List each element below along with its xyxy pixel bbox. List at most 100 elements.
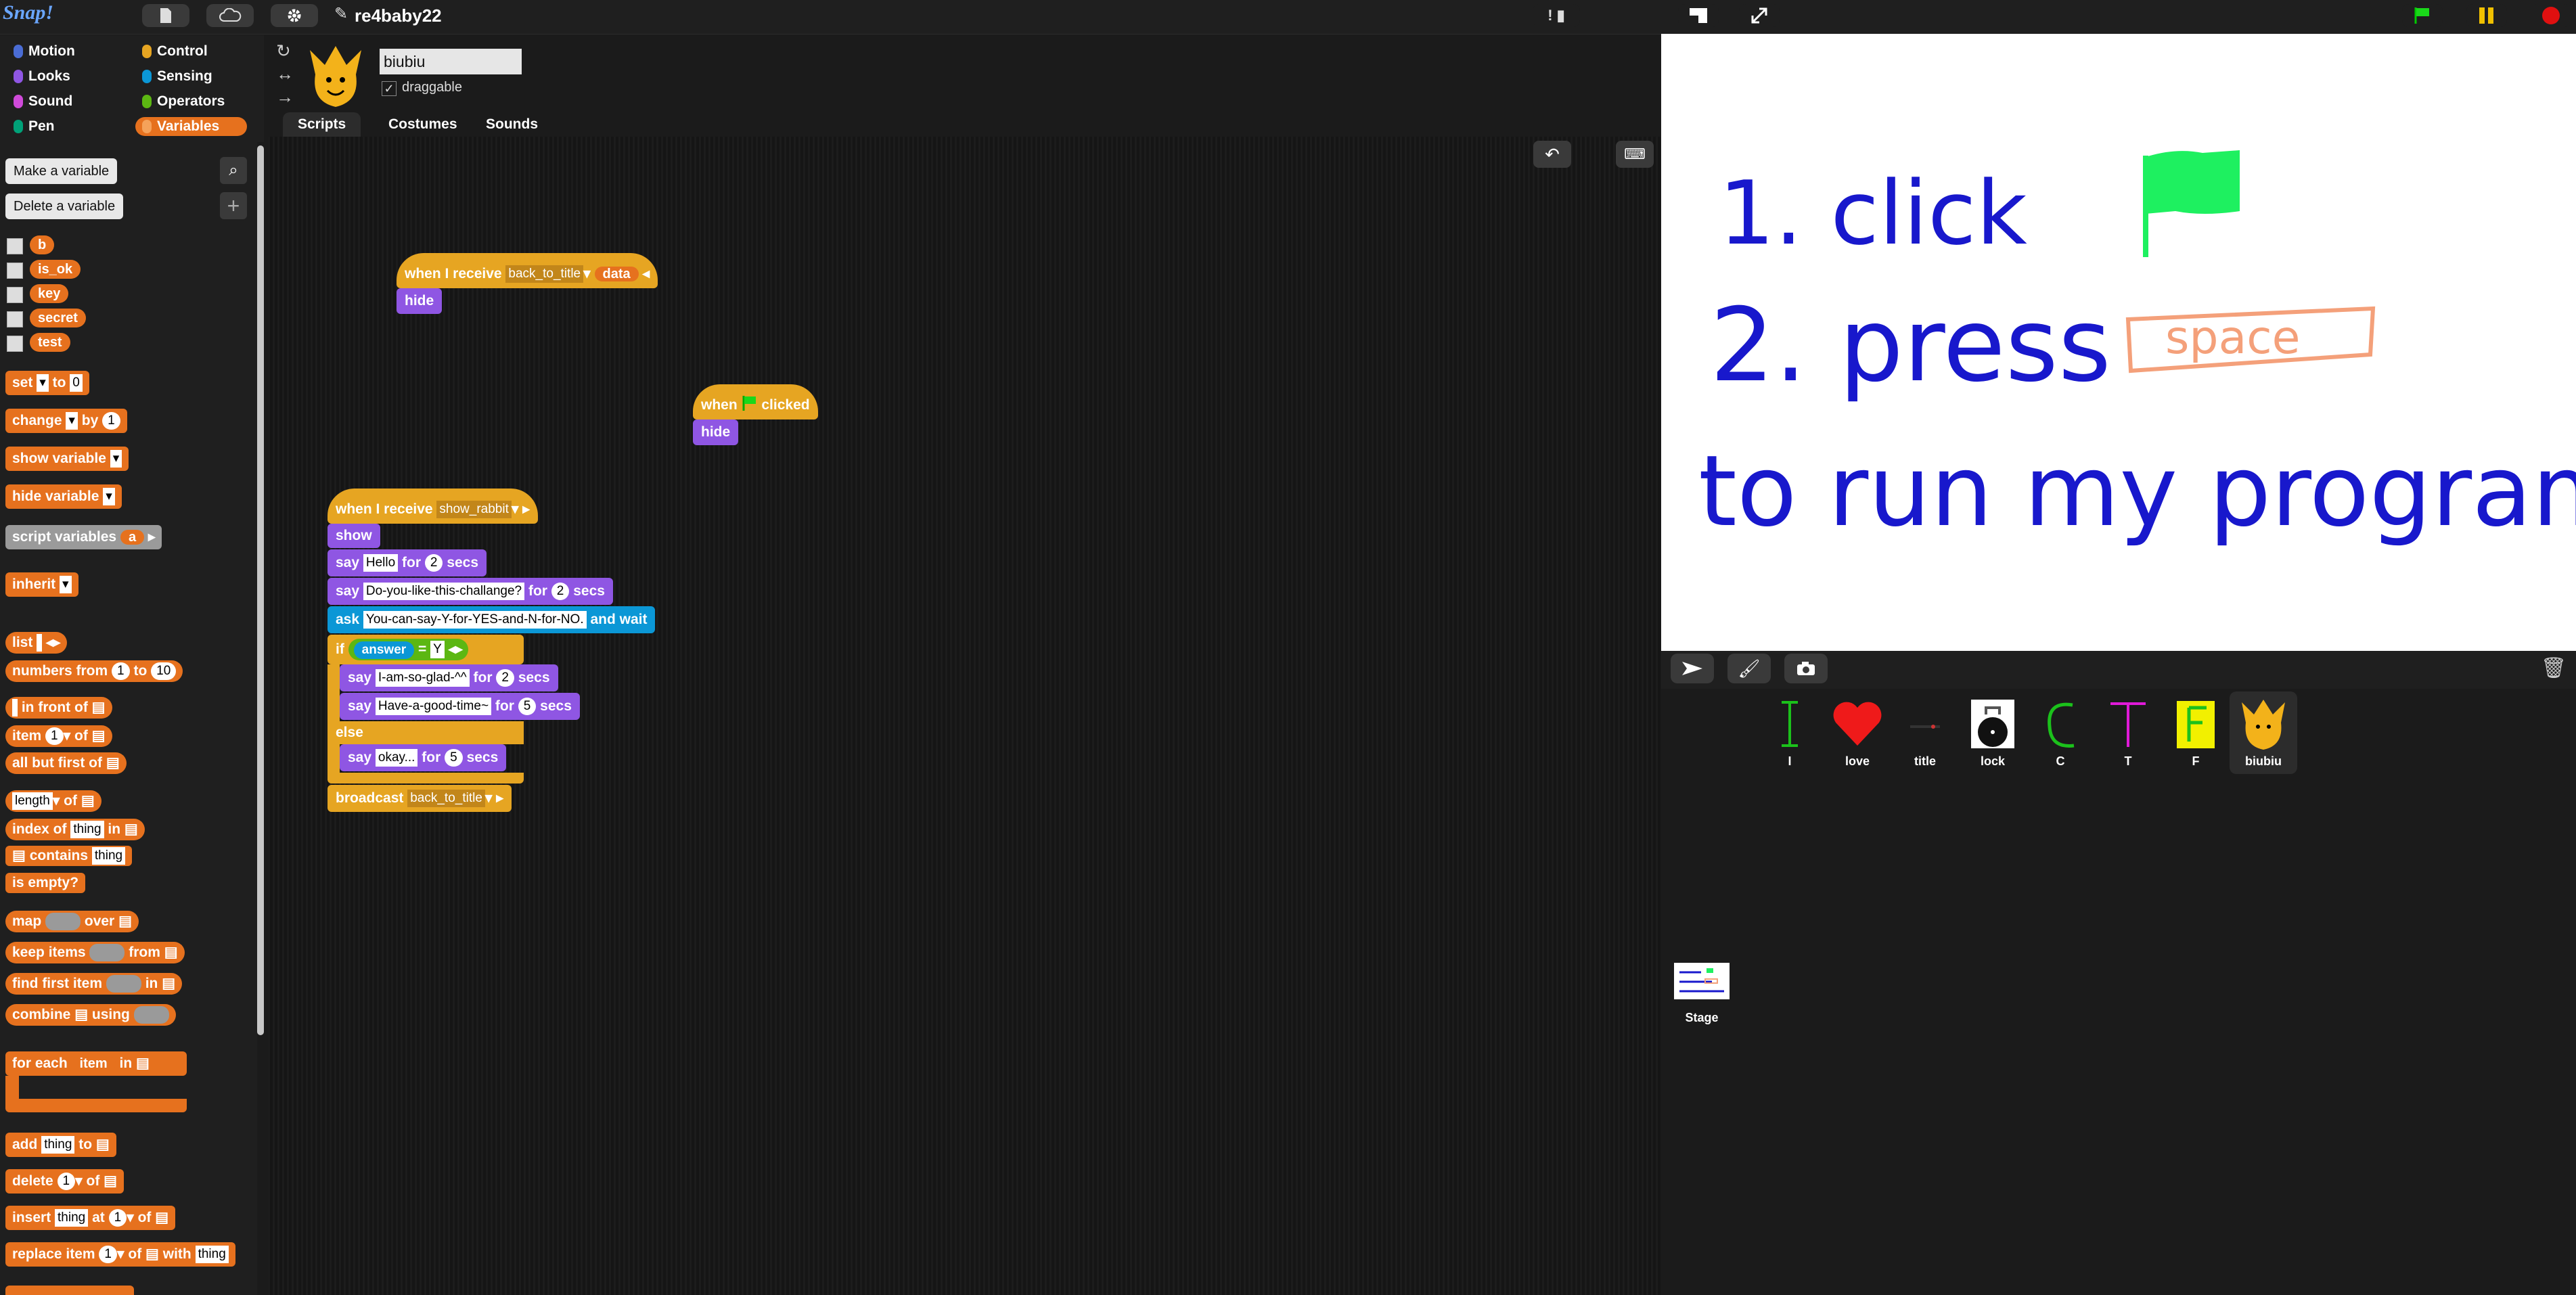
- cloud-menu-button[interactable]: [206, 4, 254, 27]
- equals-operator[interactable]: answer = Y ◂▸: [348, 639, 468, 660]
- text-slot[interactable]: Have-a-good-time~: [375, 698, 492, 716]
- variable-dropdown[interactable]: ▾: [103, 488, 115, 506]
- category-control[interactable]: Control: [135, 42, 247, 61]
- ask-and-wait-block[interactable]: ask You-can-say-Y-for-YES-and-N-for-NO. …: [327, 606, 656, 633]
- value-slot[interactable]: 1: [57, 1173, 76, 1191]
- hide-block[interactable]: hide: [397, 288, 443, 314]
- for-each-block[interactable]: for each item in ▤: [5, 1051, 187, 1119]
- value-slot[interactable]: 10: [151, 662, 177, 681]
- number-slot[interactable]: 5: [445, 749, 463, 767]
- list-block[interactable]: list ◂▸: [5, 632, 68, 654]
- tab-scripts[interactable]: Scripts: [283, 112, 361, 137]
- variable-checkbox[interactable]: [7, 238, 23, 254]
- say-for-secs-block[interactable]: say Do-you-like-this-challange? for 2 se…: [327, 578, 613, 605]
- value-slot[interactable]: 1: [108, 1209, 127, 1227]
- item-of-block[interactable]: item 1 ▾ of ▤: [5, 725, 112, 747]
- say-for-secs-block[interactable]: say Have-a-good-time~ for 5 secs: [340, 693, 580, 720]
- attribute-dropdown[interactable]: length: [12, 792, 53, 811]
- text-slot[interactable]: I-am-so-glad-^^: [375, 669, 470, 687]
- value-slot[interactable]: 1: [45, 727, 64, 746]
- tab-costumes[interactable]: Costumes: [374, 112, 472, 137]
- sprite-name-field[interactable]: biubiu: [380, 49, 522, 74]
- variable-test[interactable]: test: [30, 333, 70, 352]
- category-operators[interactable]: Operators: [135, 92, 247, 111]
- category-sound[interactable]: Sound: [7, 92, 118, 111]
- category-variables[interactable]: Variables: [135, 117, 247, 136]
- replace-item-block[interactable]: replace item 1 ▾ of ▤ with thing: [5, 1242, 235, 1267]
- sprite-title[interactable]: title: [1895, 697, 1956, 769]
- keep-items-block[interactable]: keep items from ▤: [5, 942, 185, 963]
- numbers-from-block[interactable]: numbers from 1 to 10: [5, 660, 183, 682]
- script-area[interactable]: ↶ ⌨ when I receive back_to_title ▾ data ◂…: [268, 137, 1660, 1295]
- number-slot[interactable]: 5: [518, 698, 537, 716]
- settings-button[interactable]: [271, 4, 318, 27]
- keyboard-entry-button[interactable]: ⌨: [1616, 141, 1654, 168]
- sprite-I[interactable]: I: [1759, 697, 1820, 769]
- ring-slot[interactable]: [45, 913, 81, 931]
- variable-checkbox[interactable]: [7, 287, 23, 303]
- sprite-lock[interactable]: lock: [1962, 697, 2023, 769]
- variable-checkbox[interactable]: [7, 336, 23, 352]
- stage-icon[interactable]: Stage: [1668, 963, 1736, 1025]
- insert-block[interactable]: insert thing at 1 ▾ of ▤: [5, 1206, 176, 1230]
- normal-stage-button[interactable]: [1678, 4, 1719, 27]
- variable-b[interactable]: b: [30, 235, 55, 254]
- hide-variable-block[interactable]: hide variable ▾: [5, 484, 122, 509]
- set-variable-block[interactable]: set ▾ to 0: [5, 371, 89, 395]
- trash-icon[interactable]: 🗑: [2541, 656, 2567, 680]
- upvar-slot[interactable]: data: [594, 267, 639, 281]
- category-looks[interactable]: Looks: [7, 67, 118, 86]
- value-slot[interactable]: thing: [41, 1136, 75, 1154]
- ring-slot[interactable]: [106, 975, 141, 993]
- no-rotate-icon[interactable]: →: [276, 85, 294, 108]
- variable-dropdown[interactable]: ▾: [37, 374, 49, 392]
- value-slot[interactable]: thing: [55, 1209, 89, 1227]
- variable-key[interactable]: key: [30, 284, 69, 303]
- paint-new-sprite-button[interactable]: 🖌: [1727, 654, 1771, 683]
- add-turtle-sprite-button[interactable]: [1671, 654, 1714, 683]
- message-dropdown[interactable]: back_to_title: [505, 265, 584, 283]
- project-name[interactable]: re4baby22: [355, 4, 442, 27]
- number-slot[interactable]: 2: [424, 554, 443, 572]
- undo-button[interactable]: ↶: [1533, 141, 1571, 168]
- in-front-of-block[interactable]: in front of ▤: [5, 697, 112, 719]
- variable-checkbox[interactable]: [7, 263, 23, 279]
- is-empty-block[interactable]: is empty?: [5, 873, 86, 893]
- contains-block[interactable]: ▤ contains thing: [5, 846, 133, 866]
- variable-dropdown[interactable]: ▾: [66, 412, 78, 430]
- draggable-checkbox[interactable]: ✓: [382, 81, 397, 96]
- say-for-secs-block[interactable]: say Hello for 2 secs: [327, 549, 487, 576]
- variable-dropdown[interactable]: ▾: [60, 576, 72, 594]
- hide-block[interactable]: hide: [693, 419, 739, 445]
- value-slot[interactable]: 1: [99, 1246, 117, 1264]
- rotate-icon[interactable]: ↻: [276, 39, 294, 62]
- make-block-button[interactable]: +: [220, 192, 247, 219]
- find-first-block[interactable]: find first item in ▤: [5, 973, 183, 995]
- sprite-C[interactable]: C: [2030, 697, 2091, 769]
- tab-sounds[interactable]: Sounds: [471, 112, 553, 137]
- text-slot[interactable]: okay...: [375, 749, 418, 767]
- delete-block[interactable]: delete 1 ▾ of ▤: [5, 1169, 125, 1194]
- unused-blocks-button[interactable]: ! ▮: [1533, 4, 1580, 27]
- category-sensing[interactable]: Sensing: [135, 67, 247, 86]
- stage[interactable]: 1. click 2. press space to run my progra…: [1661, 34, 2576, 651]
- message-dropdown[interactable]: back_to_title: [407, 790, 485, 808]
- add-block[interactable]: add thing to ▤: [5, 1133, 116, 1157]
- if-else-block[interactable]: if answer = Y ◂▸ say I-am-so-glad-^^ for…: [327, 635, 580, 783]
- value-slot[interactable]: [12, 699, 18, 717]
- map-block[interactable]: map over ▤: [5, 911, 139, 932]
- variable-checkbox[interactable]: [7, 311, 23, 327]
- fullscreen-button[interactable]: [1739, 4, 1780, 27]
- value-slot[interactable]: 0: [70, 374, 83, 392]
- change-variable-block[interactable]: change ▾ by 1: [5, 409, 127, 433]
- say-for-secs-block[interactable]: say okay... for 5 secs: [340, 744, 507, 771]
- camera-sprite-button[interactable]: [1784, 654, 1828, 683]
- sprite-biubiu[interactable]: biubiu: [2230, 691, 2297, 774]
- number-slot[interactable]: 2: [551, 583, 570, 601]
- rotation-style-controls[interactable]: ↻ ↔ →: [276, 39, 294, 108]
- number-slot[interactable]: 2: [496, 669, 514, 687]
- show-variable-block[interactable]: show variable ▾: [5, 447, 129, 471]
- script-when-flag-clicked[interactable]: when clicked hide: [693, 384, 818, 445]
- value-slot[interactable]: [37, 634, 43, 652]
- all-but-first-block[interactable]: all but first of ▤: [5, 752, 127, 774]
